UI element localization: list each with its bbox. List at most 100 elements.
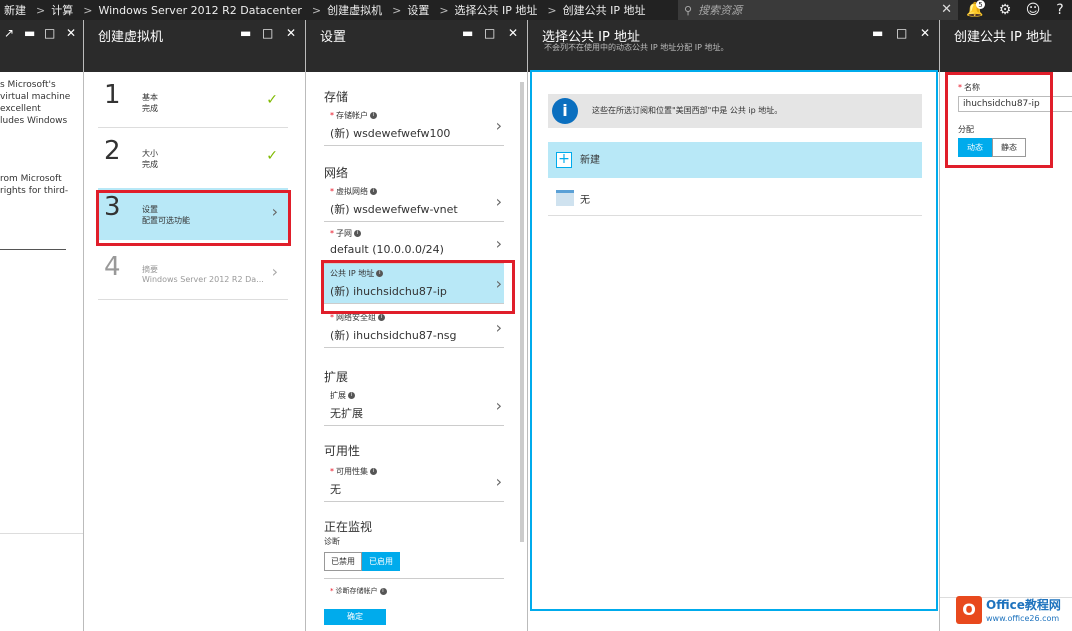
chevron-right-icon: ›	[495, 396, 502, 415]
breadcrumb-settings[interactable]: 设置	[403, 2, 437, 18]
step-status: 完成	[142, 160, 158, 169]
breadcrumb-create-ip[interactable]: 创建公共 IP 地址	[559, 2, 654, 18]
blade-title: 创建虚拟机	[98, 30, 164, 45]
chevron-right-icon: ›	[495, 192, 502, 211]
blade-subtitle: 不会列不在使用中的动态公共 IP 地址分配 IP 地址。	[544, 43, 729, 52]
step-size[interactable]: 2 大小 完成 ✓	[98, 132, 288, 184]
blade-title: 创建公共 IP 地址	[954, 30, 1052, 45]
field-value: 无	[330, 483, 341, 496]
gear-icon[interactable]: ⚙	[992, 0, 1018, 20]
close-icon[interactable]: ✕	[920, 26, 930, 40]
section-monitoring: 正在监视	[324, 520, 373, 534]
step-summary[interactable]: 4 摘要 Windows Server 2012 R2 Da... ›	[98, 248, 288, 300]
breadcrumb-create-vm[interactable]: 创建虚拟机	[323, 2, 390, 18]
breadcrumb: 新建 > 计算 > Windows Server 2012 R2 Datacente…	[0, 0, 654, 20]
chevron-right-icon: ›	[495, 116, 502, 135]
smiley-icon[interactable]: ☺	[1020, 0, 1046, 20]
field-value: (新) ihuchsidchu87-nsg	[330, 329, 457, 342]
description-text: virtual machine	[0, 92, 71, 102]
info-icon: i	[552, 98, 578, 124]
info-icon: i	[354, 230, 361, 237]
breadcrumb-windows-server[interactable]: Windows Server 2012 R2 Datacenter	[94, 4, 309, 17]
checkmark-icon: ✓	[266, 148, 278, 164]
divider	[98, 127, 288, 128]
search-placeholder: 搜索资源	[698, 4, 743, 17]
highlight-box	[96, 190, 291, 246]
help-icon[interactable]: ?	[1047, 0, 1072, 20]
field-value: 无扩展	[330, 407, 363, 420]
nsg-row[interactable]: * 网络安全组 i (新) ihuchsidchu87-nsg ›	[324, 308, 504, 348]
section-storage: 存储	[324, 90, 349, 104]
availability-set-row[interactable]: * 可用性集 i 无 ›	[324, 462, 504, 502]
blade-header: 选择公共 IP 地址 不会列不在使用中的动态公共 IP 地址分配 IP 地址。 …	[528, 20, 939, 72]
info-icon: i	[370, 188, 377, 195]
minimize-icon[interactable]: ▬	[240, 26, 251, 40]
extensions-row[interactable]: 扩展 i 无扩展 ›	[324, 386, 504, 426]
storage-account-row[interactable]: * 存储帐户 i (新) wsdewefwefw100 ›	[324, 106, 504, 146]
close-icon[interactable]: ✕	[941, 2, 952, 17]
info-icon: i	[370, 112, 377, 119]
create-new-item[interactable]: + 新建	[548, 142, 922, 178]
vnet-row[interactable]: * 虚拟网络 i (新) wsdewefwefw-vnet ›	[324, 182, 504, 222]
info-icon: i	[370, 468, 377, 475]
diagnostics-enabled-option[interactable]: 已启用	[362, 552, 400, 571]
maximize-icon[interactable]: □	[484, 26, 495, 40]
chevron-right-icon: >	[83, 3, 93, 17]
field-label: * 虚拟网络 i	[330, 186, 377, 197]
blade-create-public-ip: 创建公共 IP 地址 * 名称 ihuchsidchu87-ip 分配 动态 静态	[940, 20, 1072, 631]
info-icon: i	[348, 392, 355, 399]
highlight-box	[321, 260, 515, 314]
info-icon: i	[378, 314, 385, 321]
close-icon[interactable]: ✕	[66, 26, 76, 40]
step-name: 基本	[142, 93, 158, 102]
step-name: 大小	[142, 149, 158, 158]
field-label: * 可用性集 i	[330, 466, 377, 477]
minimize-icon[interactable]: ▬	[872, 26, 883, 40]
ok-button[interactable]: 确定	[324, 609, 386, 625]
field-label: * 子网 i	[330, 228, 361, 239]
pin-icon[interactable]: ↗	[4, 26, 14, 40]
blade-settings: 设置 ▬ □ ✕ 存储 * 存储帐户 i (新) wsdewefwefw100 › …	[306, 20, 528, 631]
blade-select-public-ip: 选择公共 IP 地址 不会列不在使用中的动态公共 IP 地址分配 IP 地址。 …	[528, 20, 940, 631]
minimize-icon[interactable]: ▬	[462, 26, 473, 40]
blade-previous: ↗ ▬ □ ✕ s Microsoft's virtual machine ex…	[0, 20, 84, 631]
description-text: rom Microsoft	[0, 174, 62, 184]
step-number: 2	[104, 136, 121, 166]
maximize-icon[interactable]: □	[262, 26, 273, 40]
diagnostics-label: 诊断	[324, 537, 340, 546]
item-label: 无	[580, 195, 590, 206]
diagnostics-toggle: 已禁用 已启用	[324, 552, 400, 571]
subnet-row[interactable]: * 子网 i default (10.0.0.0/24) ›	[324, 224, 504, 264]
none-item[interactable]: 无	[548, 180, 922, 216]
scrollbar[interactable]	[520, 82, 524, 542]
diagnostics-disabled-option[interactable]: 已禁用	[324, 552, 362, 571]
section-extensions: 扩展	[324, 370, 349, 384]
watermark-url: www.office26.com	[986, 614, 1060, 623]
step-number: 1	[104, 80, 121, 110]
minimize-icon[interactable]: ▬	[24, 26, 35, 40]
watermark-brand: Office教程网	[986, 598, 1061, 612]
close-icon[interactable]: ✕	[508, 26, 518, 40]
description-text: s Microsoft's	[0, 80, 56, 90]
section-network: 网络	[324, 166, 349, 180]
watermark: O Office教程网 www.office26.com	[954, 594, 1072, 630]
chevron-right-icon: >	[547, 3, 557, 17]
field-label: * 存储帐户 i	[330, 110, 377, 121]
step-status: Windows Server 2012 R2 Da...	[142, 275, 264, 284]
maximize-icon[interactable]: □	[44, 26, 55, 40]
breadcrumb-compute[interactable]: 计算	[47, 2, 81, 18]
plus-icon: +	[556, 152, 572, 168]
breadcrumb-select-ip[interactable]: 选择公共 IP 地址	[451, 2, 546, 18]
breadcrumb-new[interactable]: 新建	[0, 2, 34, 18]
bell-icon[interactable]: 🔔 5	[962, 0, 988, 20]
close-icon[interactable]: ✕	[286, 26, 296, 40]
search-input[interactable]: ⚲ 搜索资源 ✕	[678, 0, 958, 20]
notification-badge: 5	[976, 0, 985, 9]
step-basics[interactable]: 1 基本 完成 ✓	[98, 76, 288, 128]
maximize-icon[interactable]: □	[896, 26, 907, 40]
diag-storage-label[interactable]: * 诊断存储帐户 i	[330, 586, 387, 596]
window-icon	[556, 190, 574, 206]
section-availability: 可用性	[324, 444, 361, 458]
field-value: (新) wsdewefwefw-vnet	[330, 203, 458, 216]
blade-create-vm: 创建虚拟机 ▬ □ ✕ 1 基本 完成 ✓ 2 大小 完成 ✓ 3 设置 配置可…	[84, 20, 306, 631]
